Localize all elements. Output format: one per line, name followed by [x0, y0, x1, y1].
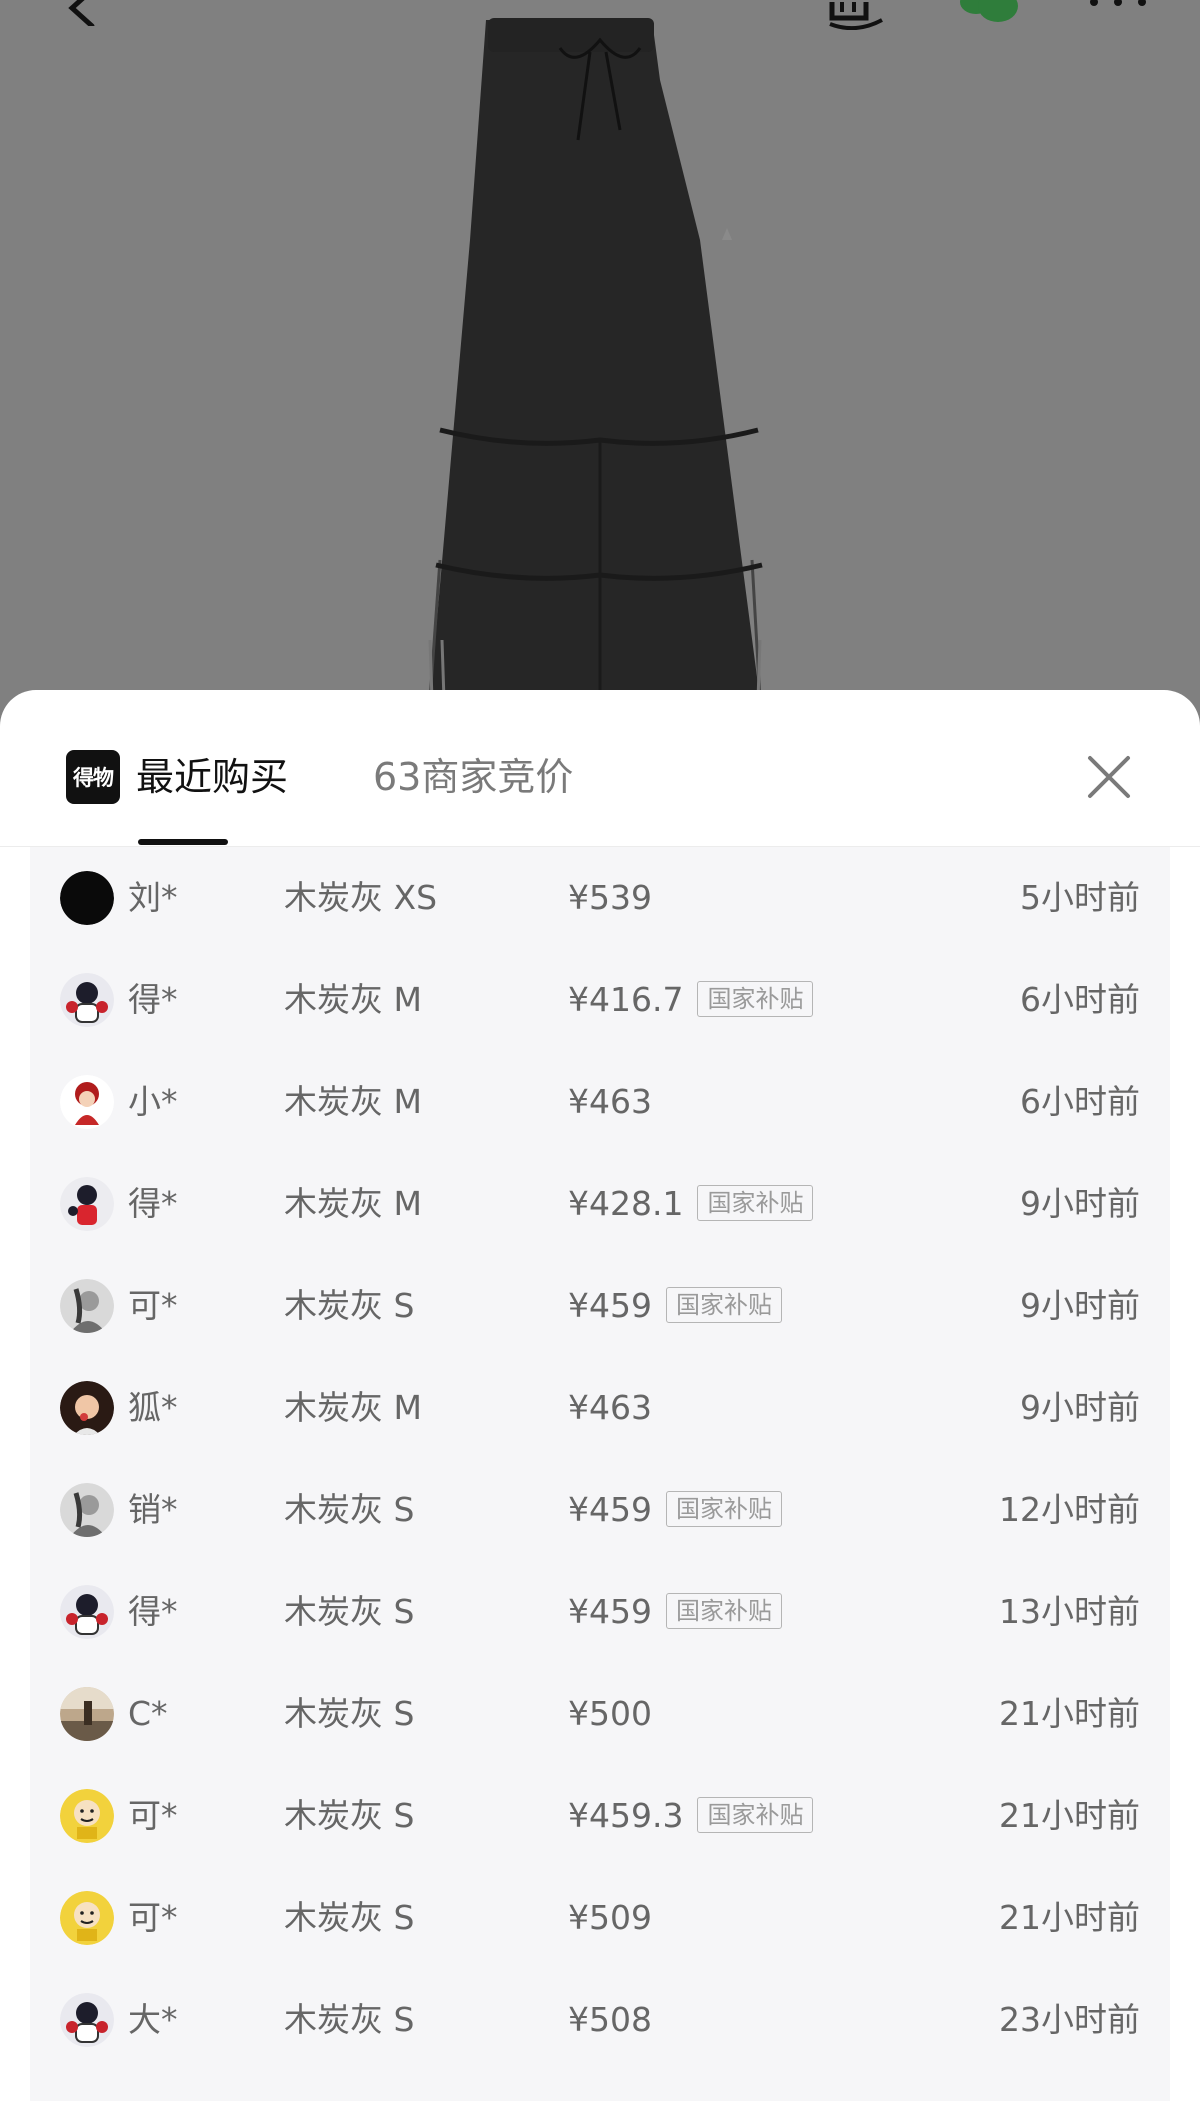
variant-label: 木炭灰 S — [284, 1796, 415, 1835]
wechat-share-icon[interactable] — [952, 0, 1022, 26]
time-ago-label: 9小时前 — [1020, 1286, 1140, 1325]
time-ago-label: 21小时前 — [999, 1796, 1140, 1835]
avatar — [60, 1381, 114, 1435]
time-ago-label: 21小时前 — [999, 1694, 1140, 1733]
variant-label: 木炭灰 M — [284, 1388, 422, 1427]
subsidy-badge: 国家补贴 — [665, 1491, 782, 1527]
purchase-row: 可* 木炭灰 S ¥459.3 21小时前 国家补贴 — [30, 1765, 1170, 1867]
time-ago-label: 6小时前 — [1020, 1082, 1140, 1121]
time-ago-label: 21小时前 — [999, 1898, 1140, 1937]
purchase-row: 得* 木炭灰 M ¥428.1 9小时前 国家补贴 — [30, 1153, 1170, 1255]
subsidy-badge: 国家补贴 — [697, 1797, 814, 1833]
buyer-name: 得* — [128, 980, 178, 1019]
price-label: ¥500 — [568, 1694, 652, 1733]
price-label: ¥463 — [568, 1082, 652, 1121]
price-label: ¥459 — [568, 1592, 652, 1631]
price-label: ¥539 — [568, 878, 652, 917]
buyer-name: 销* — [128, 1490, 178, 1529]
time-ago-label: 6小时前 — [1020, 980, 1140, 1019]
product-image — [428, 18, 763, 701]
brand-logo: 得物 — [66, 750, 120, 804]
purchase-row: 得* 木炭灰 S ¥459 13小时前 国家补贴 — [30, 1561, 1170, 1663]
time-ago-label: 13小时前 — [999, 1592, 1140, 1631]
avatar — [60, 1891, 114, 1945]
buyer-name: 刘* — [128, 878, 178, 917]
price-label: ¥459 — [568, 1490, 652, 1529]
variant-label: 木炭灰 M — [284, 980, 422, 1019]
avatar — [60, 1177, 114, 1231]
purchase-list: 刘* 木炭灰 XS ¥539 5小时前 得* 木炭灰 M ¥416.7 6小时前 国家补贴 小* 木… — [30, 847, 1170, 2101]
close-icon[interactable] — [1086, 754, 1132, 800]
recent-purchases-sheet: 得物 最近购买 63商家竞价 刘* 木炭灰 XS ¥539 5小时前得* 木炭灰 M ¥4… — [0, 690, 1200, 2101]
purchase-row: 小* 木炭灰 M ¥463 6小时前 — [30, 1051, 1170, 1153]
more-icon[interactable] — [1086, 0, 1150, 10]
purchase-row: 大* 木炭灰 S ¥508 23小时前 — [30, 1969, 1170, 2071]
avatar — [60, 871, 114, 925]
time-ago-label: 9小时前 — [1020, 1388, 1140, 1427]
price-label: ¥459.3 — [568, 1796, 684, 1835]
avatar — [60, 1585, 114, 1639]
variant-label: 木炭灰 S — [284, 1286, 415, 1325]
variant-label: 木炭灰 S — [284, 1898, 415, 1937]
purchase-row: 可* 木炭灰 S ¥459 9小时前 国家补贴 — [30, 1255, 1170, 1357]
avatar — [60, 1789, 114, 1843]
price-label: ¥463 — [568, 1388, 652, 1427]
purchase-row: 可* 木炭灰 S ¥509 21小时前 — [30, 1867, 1170, 1969]
buyer-name: 大* — [128, 2000, 178, 2039]
variant-label: 木炭灰 M — [284, 1184, 422, 1223]
purchase-row: 销* 木炭灰 S ¥459 12小时前 国家补贴 — [30, 1459, 1170, 1561]
variant-label: 木炭灰 M — [284, 1082, 422, 1121]
variant-label: 木炭灰 S — [284, 1694, 415, 1733]
price-label: ¥428.1 — [568, 1184, 684, 1223]
variant-label: 木炭灰 XS — [284, 878, 438, 917]
avatar — [60, 1993, 114, 2047]
buyer-name: 得* — [128, 1592, 178, 1631]
buyer-name: 可* — [128, 1286, 178, 1325]
buyer-name: 小* — [128, 1082, 178, 1121]
avatar — [60, 1483, 114, 1537]
purchase-row: 刘* 木炭灰 XS ¥539 5小时前 — [30, 847, 1170, 949]
avatar — [60, 973, 114, 1027]
avatar — [60, 1075, 114, 1129]
buyer-name: 狐* — [128, 1388, 178, 1427]
variant-label: 木炭灰 S — [284, 1592, 415, 1631]
buyer-name: 可* — [128, 1898, 178, 1937]
subsidy-badge: 国家补贴 — [665, 1287, 782, 1323]
subsidy-badge: 国家补贴 — [697, 981, 814, 1017]
avatar — [60, 1279, 114, 1333]
price-label: ¥509 — [568, 1898, 652, 1937]
buyer-name: C* — [128, 1694, 168, 1733]
buyer-name: 得* — [128, 1184, 178, 1223]
price-label: ¥508 — [568, 2000, 652, 2039]
product-image-area — [0, 0, 1200, 720]
purchase-row: 得* 木炭灰 M ¥416.7 6小时前 国家补贴 — [30, 949, 1170, 1051]
price-label: ¥459 — [568, 1286, 652, 1325]
time-ago-label: 9小时前 — [1020, 1184, 1140, 1223]
brand-mark-icon[interactable] — [826, 0, 886, 30]
purchase-row: C* 木炭灰 S ¥500 21小时前 — [30, 1663, 1170, 1765]
buyer-name: 可* — [128, 1796, 178, 1835]
variant-label: 木炭灰 S — [284, 2000, 415, 2039]
sheet-header: 得物 最近购买 63商家竞价 — [0, 690, 1200, 847]
active-tab-indicator — [138, 839, 228, 845]
subsidy-badge: 国家补贴 — [697, 1185, 814, 1221]
tab-merchant-bids[interactable]: 63商家竞价 — [373, 750, 573, 804]
purchase-row: 狐* 木炭灰 M ¥463 9小时前 — [30, 1357, 1170, 1459]
time-ago-label: 5小时前 — [1020, 878, 1140, 917]
time-ago-label: 12小时前 — [999, 1490, 1140, 1529]
avatar — [60, 1687, 114, 1741]
back-arrow-icon[interactable] — [58, 0, 98, 26]
subsidy-badge: 国家补贴 — [665, 1593, 782, 1629]
tab-recent-purchases[interactable]: 最近购买 — [136, 750, 288, 804]
variant-label: 木炭灰 S — [284, 1490, 415, 1529]
time-ago-label: 23小时前 — [999, 2000, 1140, 2039]
price-label: ¥416.7 — [568, 980, 684, 1019]
